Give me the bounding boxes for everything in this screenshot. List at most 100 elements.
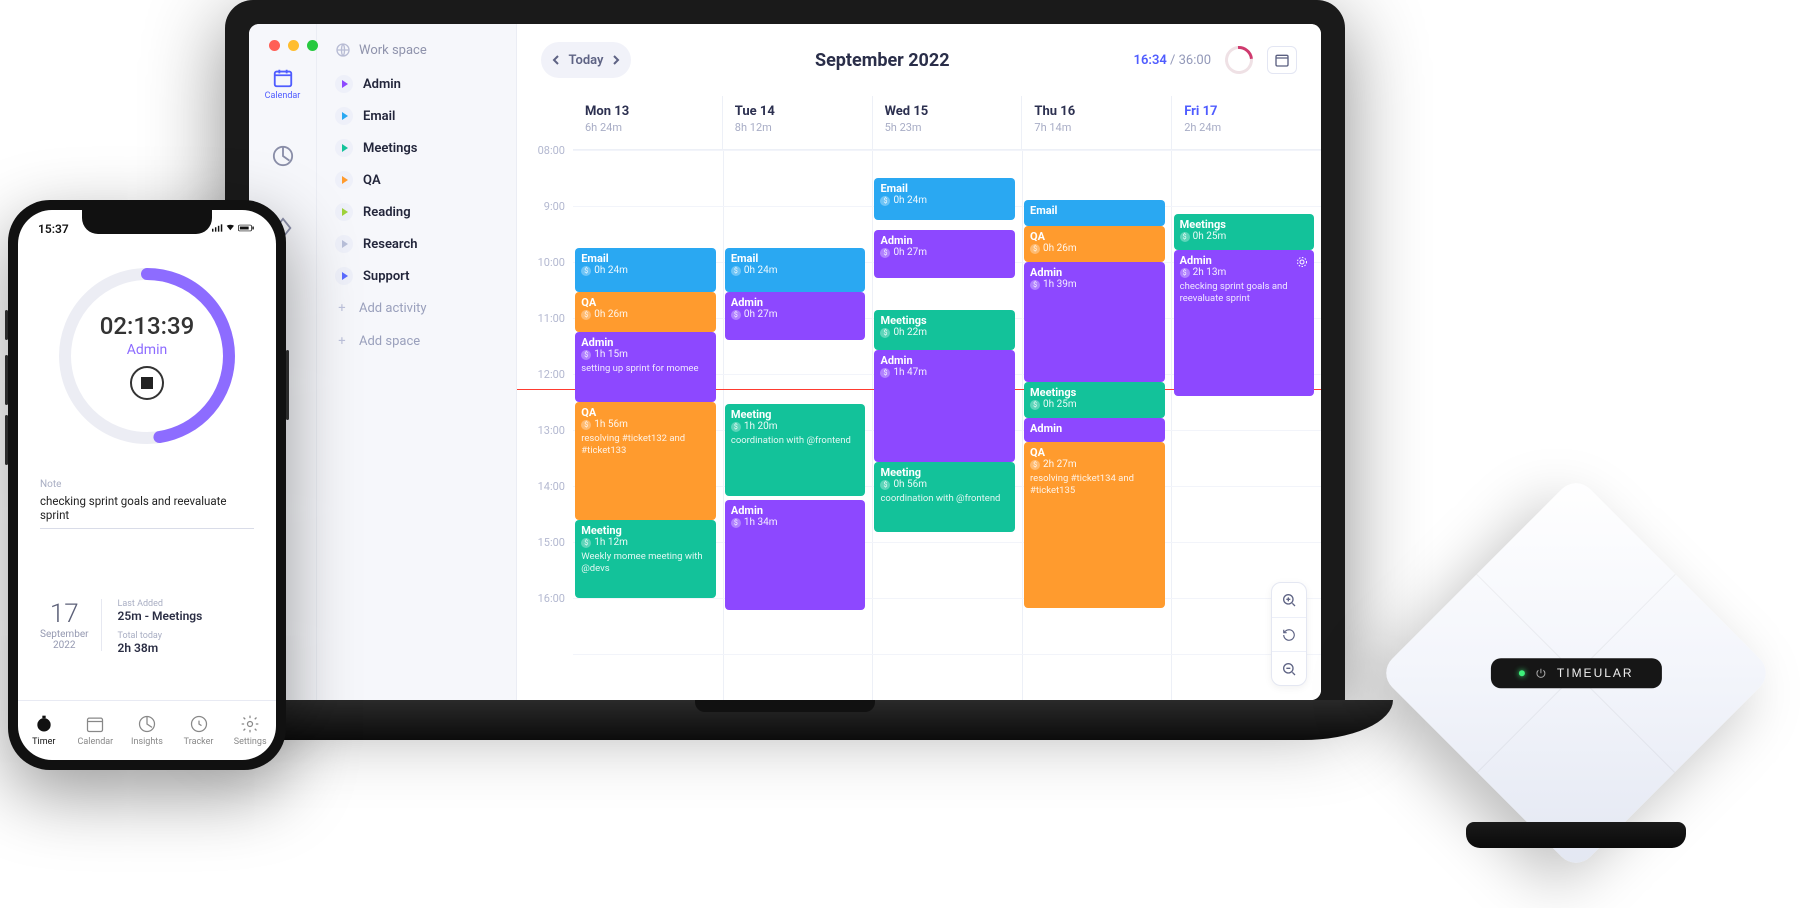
date-nav: Today: [541, 42, 631, 78]
tracker-led-icon: [1519, 670, 1525, 676]
minimize-icon[interactable]: [288, 40, 299, 51]
hour-label: 13:00: [538, 424, 565, 437]
tab-insights[interactable]: Insights: [121, 701, 173, 760]
chevron-left-icon: [551, 55, 561, 65]
note-label: Note: [40, 479, 254, 490]
calendar-event[interactable]: Admin$0h 27m: [874, 230, 1015, 278]
day-header[interactable]: Fri 172h 24m: [1171, 96, 1321, 149]
day-headers: Mon 136h 24mTue 148h 12mWed 155h 23mThu …: [573, 96, 1321, 150]
day-header[interactable]: Mon 136h 24m: [573, 96, 722, 149]
billable-icon: $: [1030, 280, 1040, 290]
tracker-icon: [189, 714, 209, 737]
settings-icon: [240, 714, 260, 737]
sidebar-activity-reading[interactable]: Reading: [327, 196, 506, 228]
view-toggle-button[interactable]: [1267, 46, 1297, 74]
calendar-event[interactable]: Meeting$1h 20mcoordination with @fronten…: [725, 404, 866, 496]
billable-icon: $: [880, 480, 890, 490]
billable-icon: $: [1180, 232, 1190, 242]
zoom-controls: [1271, 582, 1307, 686]
play-icon: [335, 203, 353, 221]
tab-settings[interactable]: Settings: [224, 701, 276, 760]
zoom-reset-button[interactable]: [1272, 617, 1306, 651]
hours-column: 08:009:0010:0011:0012:0013:0014:0015:001…: [517, 96, 573, 700]
calendar-event[interactable]: Meetings$0h 25m: [1024, 382, 1165, 418]
zoom-out-icon: [1281, 661, 1297, 677]
zoom-out-button[interactable]: [1272, 651, 1306, 685]
pie-icon: [272, 145, 294, 167]
sidebar-activity-email[interactable]: Email: [327, 100, 506, 132]
calendar-event[interactable]: Meeting$1h 12mWeekly momee meeting with …: [575, 520, 716, 598]
close-icon[interactable]: [269, 40, 280, 51]
play-icon: [335, 235, 353, 253]
space-title[interactable]: Work space: [327, 36, 506, 68]
add-space-button[interactable]: + Add space: [327, 325, 506, 358]
day-header[interactable]: Wed 155h 23m: [872, 96, 1022, 149]
calendar-event[interactable]: QA$0h 26m: [1024, 226, 1165, 262]
calendar-event[interactable]: Email$0h 24m: [874, 178, 1015, 220]
phone-notch: [82, 210, 212, 234]
calendar-event[interactable]: Admin: [1024, 418, 1165, 442]
rail-reports[interactable]: [259, 132, 307, 180]
timer-elapsed: 02:13:39: [100, 312, 195, 340]
prev-button[interactable]: [541, 42, 571, 78]
calendar-event[interactable]: Meetings$0h 25m: [1174, 214, 1315, 250]
billable-icon: $: [731, 266, 741, 276]
today-button[interactable]: Today: [571, 42, 601, 78]
next-button[interactable]: [601, 42, 631, 78]
rail-calendar-label: Calendar: [265, 91, 301, 101]
zoom-in-button[interactable]: [1272, 583, 1306, 617]
sidebar-activity-meetings[interactable]: Meetings: [327, 132, 506, 164]
calendar-event[interactable]: Meetings$0h 22m: [874, 310, 1015, 350]
calendar-event[interactable]: QA$2h 27mresolving #ticket134 and #ticke…: [1024, 442, 1165, 608]
billable-icon: $: [581, 420, 591, 430]
calendar-event[interactable]: Admin$1h 34m: [725, 500, 866, 610]
calendar-event[interactable]: Admin$1h 47m: [874, 350, 1015, 462]
day-header[interactable]: Thu 167h 14m: [1021, 96, 1171, 149]
play-icon: [335, 267, 353, 285]
events-layer: 12:16 Email$0h 24mQA$0h 26mAdmin$1h 15ms…: [573, 150, 1321, 700]
billable-icon: $: [880, 368, 890, 378]
calendar-event[interactable]: Email: [1024, 200, 1165, 226]
calendar-event[interactable]: Admin$1h 15msetting up sprint for momee: [575, 332, 716, 402]
rail-calendar[interactable]: Calendar: [259, 60, 307, 108]
billable-icon: $: [880, 196, 890, 206]
progress-ring-icon[interactable]: [1219, 40, 1258, 79]
signal-wifi-battery-icon: [212, 222, 256, 234]
billable-icon: $: [581, 310, 591, 320]
tab-timer[interactable]: Timer: [18, 701, 70, 760]
billable-icon: $: [731, 518, 741, 528]
stop-button[interactable]: [130, 366, 164, 400]
total-today-label: Total today: [118, 631, 203, 641]
last-added-value: 25m - Meetings: [118, 609, 203, 623]
phone-device: 15:37 02:13:39 Admin: [8, 200, 286, 770]
laptop-device: Calendar Work space AdminEmailMeet: [225, 0, 1345, 760]
note-input[interactable]: checking sprint goals and reevaluate spr…: [40, 490, 254, 529]
calendar-event[interactable]: Admin$2h 13mchecking sprint goals and re…: [1174, 250, 1315, 396]
billable-icon: $: [880, 248, 890, 258]
sidebar-activity-qa[interactable]: QA: [327, 164, 506, 196]
billable-icon: $: [1030, 244, 1040, 254]
timer-icon: [34, 714, 54, 737]
day-header[interactable]: Tue 148h 12m: [722, 96, 872, 149]
sidebar-activity-admin[interactable]: Admin: [327, 68, 506, 100]
calendar-event[interactable]: QA$1h 56mresolving #ticket132 and #ticke…: [575, 402, 716, 520]
calendar-event[interactable]: QA$0h 26m: [575, 292, 716, 332]
fullscreen-icon[interactable]: [307, 40, 318, 51]
calendar-icon: [272, 67, 294, 89]
tab-tracker[interactable]: Tracker: [173, 701, 225, 760]
phone-tabbar: TimerCalendarInsightsTrackerSettings: [18, 700, 276, 760]
calendar-event[interactable]: Email$0h 24m: [725, 248, 866, 292]
add-activity-button[interactable]: + Add activity: [327, 292, 506, 325]
calendar-event[interactable]: Admin$0h 27m: [725, 292, 866, 340]
calendar-event[interactable]: Email$0h 24m: [575, 248, 716, 292]
calendar-event[interactable]: Admin$1h 39m: [1024, 262, 1165, 382]
sidebar-activity-research[interactable]: Research: [327, 228, 506, 260]
tab-calendar[interactable]: Calendar: [70, 701, 122, 760]
tracker-device: TIMEULAR: [1406, 528, 1746, 848]
calendar-event[interactable]: Meeting$0h 56mcoordination with @fronten…: [874, 462, 1015, 532]
sidebar-activity-support[interactable]: Support: [327, 260, 506, 292]
play-icon: [335, 75, 353, 93]
calendar-main: Today September 2022 16:34 / 36:00: [517, 24, 1321, 700]
billable-icon: $: [1030, 460, 1040, 470]
hour-label: 11:00: [538, 312, 565, 325]
